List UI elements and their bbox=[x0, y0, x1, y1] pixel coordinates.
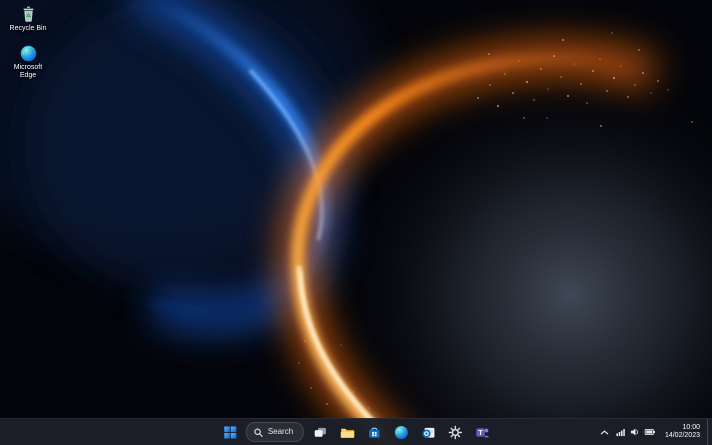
clock-time: 10:00 bbox=[682, 424, 700, 433]
taskbar-center-group: Search bbox=[219, 419, 493, 445]
desktop-icon-label: Microsoft Edge bbox=[8, 64, 48, 80]
file-explorer-icon bbox=[340, 425, 355, 440]
microsoft-store-icon bbox=[367, 425, 382, 440]
edge-icon bbox=[394, 425, 409, 440]
network-icon bbox=[616, 427, 626, 437]
taskbar-app-outlook[interactable] bbox=[417, 421, 439, 443]
taskbar-app-microsoft-edge[interactable] bbox=[390, 421, 412, 443]
quick-settings-button[interactable] bbox=[612, 422, 660, 442]
clock-date: 14/02/2023 bbox=[665, 432, 700, 441]
taskbar-app-file-explorer[interactable] bbox=[336, 421, 358, 443]
chevron-up-icon bbox=[600, 428, 609, 437]
search-box[interactable]: Search bbox=[246, 422, 304, 442]
edge-icon bbox=[20, 45, 37, 62]
taskbar-app-teams[interactable]: T bbox=[471, 421, 493, 443]
taskbar-tray: 10:00 14/02/2023 bbox=[598, 419, 712, 445]
desktop-icon-label: Recycle Bin bbox=[10, 25, 47, 33]
start-button[interactable] bbox=[219, 421, 241, 443]
recycle-bin-icon bbox=[20, 6, 37, 23]
wallpaper bbox=[0, 0, 712, 445]
search-label: Search bbox=[268, 428, 293, 436]
gear-icon bbox=[448, 425, 463, 440]
windows-logo-icon bbox=[223, 426, 236, 439]
taskbar: Search bbox=[0, 418, 712, 445]
task-view-icon bbox=[313, 425, 328, 440]
clock[interactable]: 10:00 14/02/2023 bbox=[660, 422, 707, 442]
volume-icon bbox=[630, 427, 640, 437]
windows-desktop: Recycle Bin Microsoft Edge bbox=[0, 0, 712, 445]
taskbar-app-task-view[interactable] bbox=[309, 421, 331, 443]
desktop-icon-recycle-bin[interactable]: Recycle Bin bbox=[2, 6, 54, 33]
desktop-icon-microsoft-edge[interactable]: Microsoft Edge bbox=[2, 45, 54, 80]
taskbar-app-microsoft-store[interactable] bbox=[363, 421, 385, 443]
battery-icon bbox=[644, 427, 656, 437]
outlook-icon bbox=[421, 425, 436, 440]
svg-text:T: T bbox=[478, 429, 483, 436]
show-desktop-button[interactable] bbox=[707, 419, 712, 445]
teams-icon: T bbox=[475, 425, 490, 440]
desktop-icon-list: Recycle Bin Microsoft Edge bbox=[2, 6, 54, 80]
search-icon bbox=[254, 428, 263, 437]
tray-chevron-up-button[interactable] bbox=[598, 422, 612, 442]
taskbar-app-settings[interactable] bbox=[444, 421, 466, 443]
